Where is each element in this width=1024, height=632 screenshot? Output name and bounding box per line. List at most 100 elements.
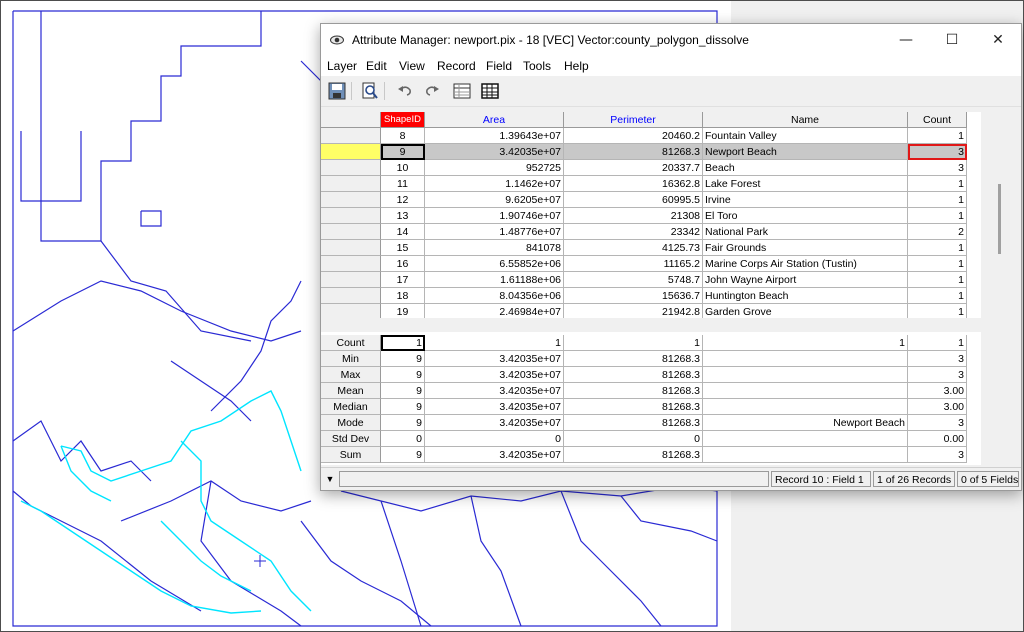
- row-header[interactable]: [321, 288, 381, 304]
- table-cell[interactable]: 17: [381, 272, 425, 288]
- table-cell[interactable]: 9.6205e+07: [425, 192, 564, 208]
- table-cell[interactable]: 21308: [564, 208, 703, 224]
- table-cell[interactable]: 2.46984e+07: [425, 304, 564, 318]
- menu-view[interactable]: View: [399, 56, 425, 76]
- search-doc-icon[interactable]: [359, 80, 381, 102]
- table-cell[interactable]: 18: [381, 288, 425, 304]
- table-cell[interactable]: 1.61188e+06: [425, 272, 564, 288]
- table-cell[interactable]: John Wayne Airport: [703, 272, 908, 288]
- table-cell[interactable]: 13: [381, 208, 425, 224]
- row-header[interactable]: [321, 128, 381, 144]
- table-cell[interactable]: 1.48776e+07: [425, 224, 564, 240]
- table-cell[interactable]: 1: [908, 128, 967, 144]
- row-header[interactable]: [321, 176, 381, 192]
- table-cell[interactable]: 952725: [425, 160, 564, 176]
- undo-icon[interactable]: [394, 80, 416, 102]
- grid-icon[interactable]: [479, 80, 501, 102]
- row-header[interactable]: [321, 240, 381, 256]
- scrollbar-thumb[interactable]: [998, 184, 1001, 254]
- table-corner[interactable]: [321, 112, 381, 128]
- row-header[interactable]: [321, 160, 381, 176]
- table-cell[interactable]: 3: [908, 160, 967, 176]
- table-cell[interactable]: Lake Forest: [703, 176, 908, 192]
- table-cell[interactable]: 1: [908, 192, 967, 208]
- table-cell[interactable]: National Park: [703, 224, 908, 240]
- table-cell[interactable]: Beach: [703, 160, 908, 176]
- attribute-table[interactable]: ShapeID Area Perimeter Name Count 8 1.39643e+0…: [321, 112, 981, 318]
- table-cell[interactable]: Newport Beach: [703, 144, 908, 160]
- table-cell[interactable]: 3: [908, 144, 967, 160]
- table-cell[interactable]: 8.04356e+06: [425, 288, 564, 304]
- column-header-perimeter[interactable]: Perimeter: [564, 112, 703, 128]
- table-cell[interactable]: 11: [381, 176, 425, 192]
- table-cell[interactable]: 6.55852e+06: [425, 256, 564, 272]
- table-cell[interactable]: 1: [908, 256, 967, 272]
- table-cell[interactable]: 1: [908, 176, 967, 192]
- table-cell[interactable]: Fair Grounds: [703, 240, 908, 256]
- row-header[interactable]: [321, 256, 381, 272]
- menu-tools[interactable]: Tools: [523, 56, 551, 76]
- table-cell[interactable]: Garden Grove: [703, 304, 908, 318]
- title-bar[interactable]: Attribute Manager: newport.pix - 18 [VEC…: [321, 24, 1021, 56]
- table-cell[interactable]: 1: [908, 288, 967, 304]
- table-icon[interactable]: [451, 80, 473, 102]
- close-button[interactable]: ✕: [975, 24, 1021, 56]
- row-header[interactable]: [321, 192, 381, 208]
- table-cell[interactable]: 60995.5: [564, 192, 703, 208]
- table-cell[interactable]: Marine Corps Air Station (Tustin): [703, 256, 908, 272]
- table-cell[interactable]: 12: [381, 192, 425, 208]
- row-header[interactable]: [321, 144, 381, 160]
- row-header[interactable]: [321, 272, 381, 288]
- table-cell[interactable]: 1.1462e+07: [425, 176, 564, 192]
- row-header[interactable]: [321, 304, 381, 318]
- table-cell[interactable]: El Toro: [703, 208, 908, 224]
- table-cell[interactable]: 1: [908, 304, 967, 318]
- dropdown-icon[interactable]: ▼: [323, 471, 337, 487]
- row-header[interactable]: [321, 224, 381, 240]
- menu-edit[interactable]: Edit: [366, 56, 387, 76]
- table-cell[interactable]: 81268.3: [564, 144, 703, 160]
- save-icon[interactable]: [326, 80, 348, 102]
- menu-layer[interactable]: Layer: [327, 56, 357, 76]
- table-cell[interactable]: 9: [381, 144, 425, 160]
- table-cell[interactable]: 15: [381, 240, 425, 256]
- table-cell[interactable]: 4125.73: [564, 240, 703, 256]
- table-cell[interactable]: 1.39643e+07: [425, 128, 564, 144]
- table-cell[interactable]: 20460.2: [564, 128, 703, 144]
- column-header-name[interactable]: Name: [703, 112, 908, 128]
- row-header[interactable]: [321, 208, 381, 224]
- table-cell[interactable]: 1: [908, 240, 967, 256]
- table-cell[interactable]: 1: [908, 272, 967, 288]
- menu-help[interactable]: Help: [564, 56, 589, 76]
- attribute-manager-window[interactable]: Attribute Manager: newport.pix - 18 [VEC…: [320, 23, 1022, 491]
- column-header-count[interactable]: Count: [908, 112, 967, 128]
- table-cell[interactable]: 1: [908, 208, 967, 224]
- table-cell[interactable]: 16: [381, 256, 425, 272]
- table-cell[interactable]: 5748.7: [564, 272, 703, 288]
- table-cell[interactable]: 20337.7: [564, 160, 703, 176]
- table-cell[interactable]: 841078: [425, 240, 564, 256]
- table-cell[interactable]: 10: [381, 160, 425, 176]
- vertical-scrollbar[interactable]: [981, 112, 1019, 318]
- menu-field[interactable]: Field: [486, 56, 512, 76]
- minimize-button[interactable]: —: [883, 24, 929, 56]
- redo-icon[interactable]: [421, 80, 443, 102]
- column-header-shapeid[interactable]: ShapeID: [381, 112, 425, 128]
- maximize-button[interactable]: ☐: [929, 24, 975, 56]
- table-cell[interactable]: Irvine: [703, 192, 908, 208]
- menu-record[interactable]: Record: [437, 56, 476, 76]
- table-cell[interactable]: 8: [381, 128, 425, 144]
- table-cell[interactable]: 16362.8: [564, 176, 703, 192]
- table-cell[interactable]: 1.90746e+07: [425, 208, 564, 224]
- table-cell[interactable]: 15636.7: [564, 288, 703, 304]
- table-cell[interactable]: Fountain Valley: [703, 128, 908, 144]
- table-cell[interactable]: Huntington Beach: [703, 288, 908, 304]
- table-cell[interactable]: 11165.2: [564, 256, 703, 272]
- table-cell[interactable]: 19: [381, 304, 425, 318]
- column-header-area[interactable]: Area: [425, 112, 564, 128]
- table-cell[interactable]: 23342: [564, 224, 703, 240]
- table-cell[interactable]: 14: [381, 224, 425, 240]
- table-cell[interactable]: 21942.8: [564, 304, 703, 318]
- table-cell[interactable]: 3.42035e+07: [425, 144, 564, 160]
- table-cell[interactable]: 2: [908, 224, 967, 240]
